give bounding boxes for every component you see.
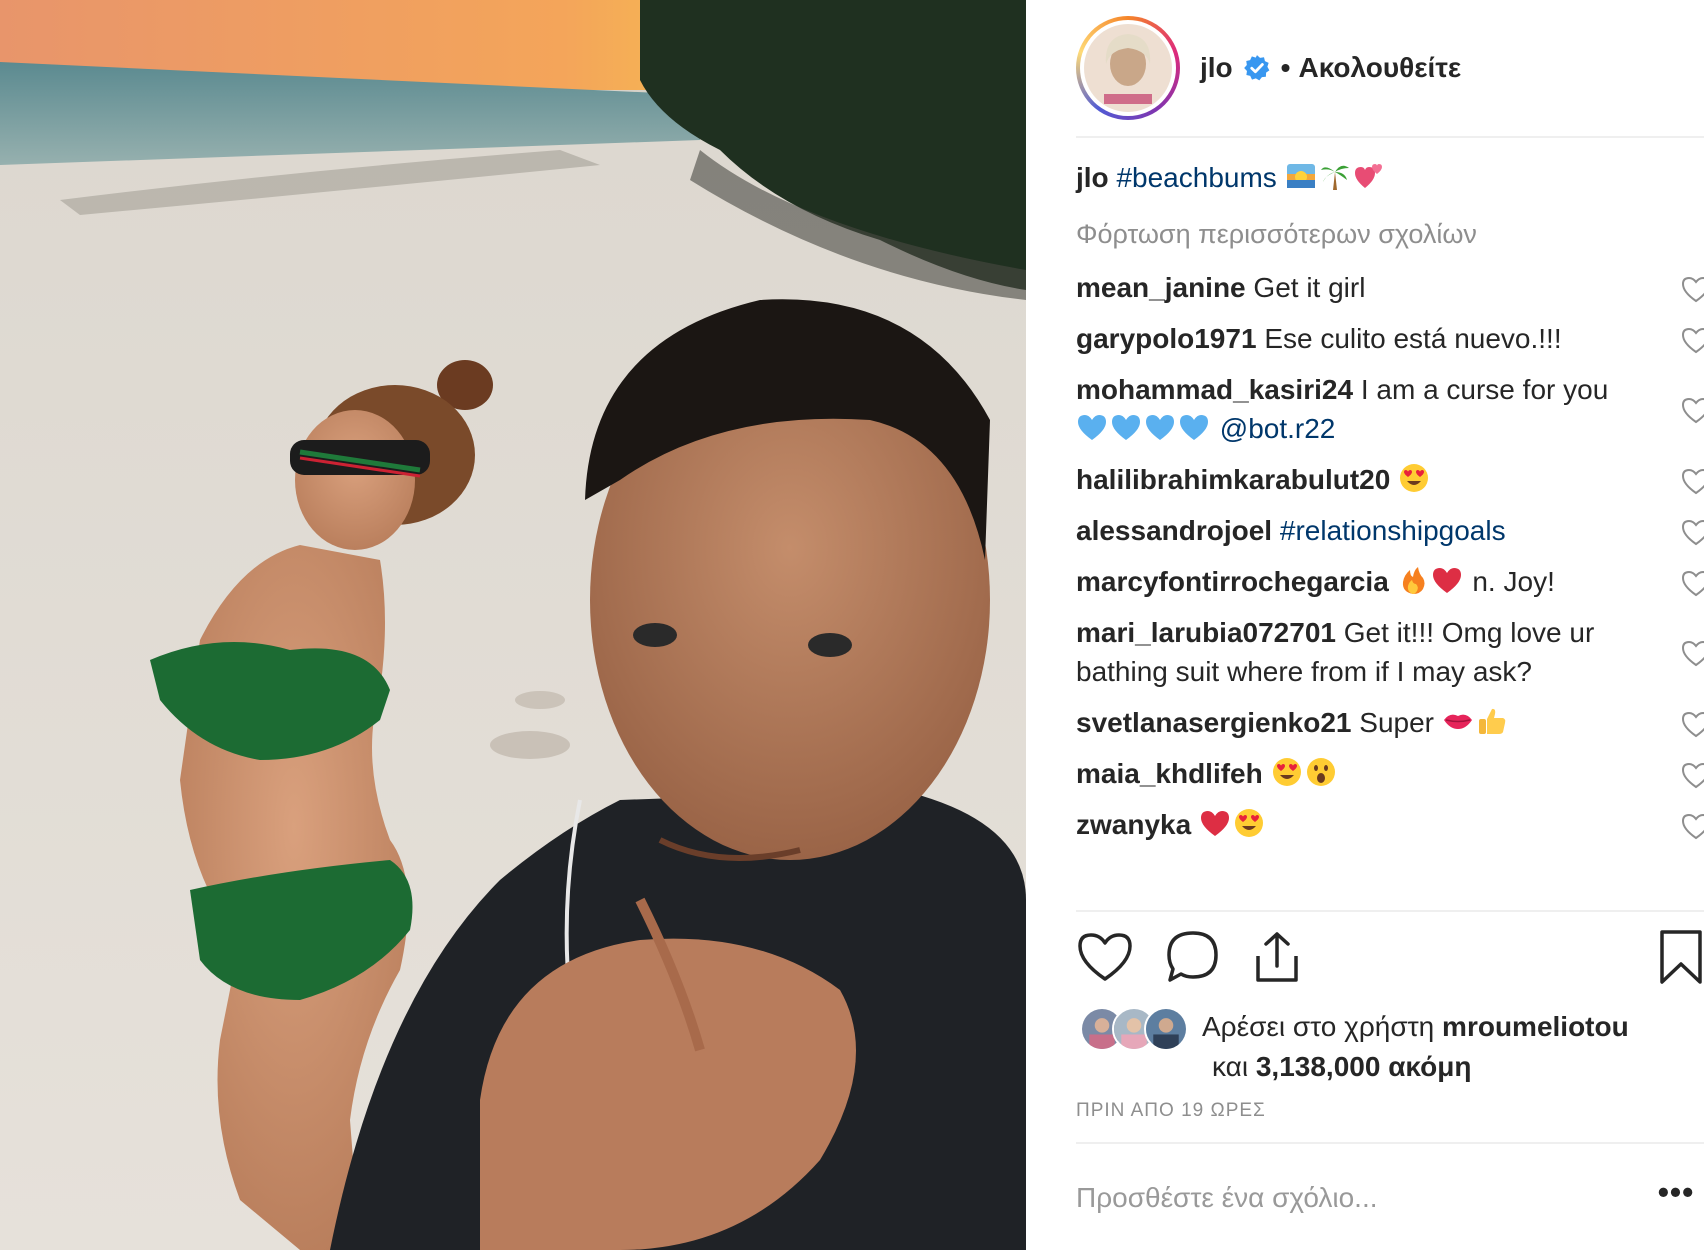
thumbs-up-emoji-icon (1476, 705, 1508, 737)
comment-bubble-icon[interactable] (1164, 928, 1222, 986)
comment-item: marcyfontirrochegarcia n. Joy! (1076, 562, 1704, 601)
comment-username[interactable]: halilibrahimkarabulut20 (1076, 464, 1390, 495)
likes-and: και (1212, 1051, 1249, 1082)
comment-text: Get it girl (1253, 272, 1366, 303)
bookmark-icon[interactable] (1652, 928, 1704, 986)
comment-text: I am a curse for you (1360, 374, 1609, 405)
heart-eyes-emoji-icon (1233, 807, 1265, 839)
post-timestamp[interactable]: ΠΡΙΝ ΑΠΟ 19 ΩΡΕΣ (1076, 1100, 1266, 1122)
comment-item: zwanyka (1076, 805, 1704, 844)
post-header: jlo • Ακολουθείτε (1076, 0, 1704, 138)
post-sidebar: jlo • Ακολουθείτε jlo #beachbums Φόρτωση… (1026, 0, 1704, 1250)
like-comment-heart-icon[interactable] (1681, 811, 1704, 839)
verified-badge-icon (1243, 54, 1271, 82)
comment-username[interactable]: mari_larubia072701 (1076, 617, 1336, 648)
likes-count[interactable]: 3,138,000 (1256, 1051, 1381, 1082)
blue-heart-emoji-icon (1178, 411, 1210, 443)
likes-section: Αρέσει στο χρήστη mroumeliotou και 3,138… (1080, 1005, 1680, 1089)
liker-username[interactable]: mroumeliotou (1442, 1011, 1629, 1042)
comment-item: mean_janine Get it girl (1076, 268, 1704, 307)
actions-divider (1076, 910, 1704, 912)
blue-heart-emoji-icon (1144, 411, 1176, 443)
likes-prefix: Αρέσει στο χρήστη (1202, 1011, 1435, 1042)
red-heart-emoji-icon (1431, 564, 1463, 596)
kiss-lips-emoji-icon (1442, 705, 1474, 737)
comment-item: alessandrojoel #relationshipgoals (1076, 511, 1704, 550)
blue-heart-emoji-icon (1076, 411, 1108, 443)
comment-item: mari_larubia072701 Get it!!! Omg love ur… (1076, 613, 1704, 691)
comment-username[interactable]: garypolo1971 (1076, 323, 1257, 354)
like-comment-heart-icon[interactable] (1681, 274, 1704, 302)
post-actions-bar (1076, 928, 1704, 990)
surprised-face-emoji-icon (1305, 756, 1337, 788)
like-comment-heart-icon[interactable] (1681, 517, 1704, 545)
heart-eyes-emoji-icon (1398, 462, 1430, 494)
comment-text: n. Joy! (1472, 566, 1555, 597)
comment-username[interactable]: zwanyka (1076, 809, 1191, 840)
liker-avatars[interactable] (1080, 1007, 1200, 1051)
fire-emoji-icon (1397, 564, 1429, 596)
like-comment-heart-icon[interactable] (1681, 466, 1704, 494)
story-ring[interactable] (1076, 16, 1180, 120)
caption-hashtag[interactable]: #beachbums (1116, 162, 1276, 193)
red-heart-emoji-icon (1199, 807, 1231, 839)
heart-eyes-emoji-icon (1271, 756, 1303, 788)
comment-text: Super (1359, 707, 1434, 738)
header-separator: • (1280, 52, 1291, 83)
like-comment-heart-icon[interactable] (1681, 568, 1704, 596)
like-comment-heart-icon[interactable] (1681, 760, 1704, 788)
following-button[interactable]: Ακολουθείτε (1298, 52, 1461, 84)
comment-item: mohammad_kasiri24 I am a curse for you @… (1076, 370, 1704, 448)
likes-more[interactable]: ακόμη (1388, 1051, 1471, 1082)
likes-summary: Αρέσει στο χρήστη mroumeliotou και 3,138… (1202, 1007, 1629, 1087)
more-options-button[interactable]: ••• (1656, 1176, 1696, 1212)
blue-heart-emoji-icon (1110, 411, 1142, 443)
avatar (1144, 1007, 1188, 1051)
palm-tree-emoji-icon (1319, 160, 1351, 192)
comment-text: Ese culito está nuevo.!!! (1264, 323, 1562, 354)
sunrise-emoji-icon (1285, 160, 1317, 192)
avatar[interactable] (1084, 24, 1172, 112)
like-comment-heart-icon[interactable] (1681, 325, 1704, 353)
beach-selfie-image (0, 0, 1026, 1250)
share-upload-icon[interactable] (1248, 928, 1306, 986)
add-comment-bar: ••• (1076, 1142, 1704, 1250)
comment-username[interactable]: mohammad_kasiri24 (1076, 374, 1353, 405)
like-heart-icon[interactable] (1076, 928, 1134, 986)
like-comment-heart-icon[interactable] (1681, 395, 1704, 424)
two-hearts-emoji-icon (1353, 160, 1385, 192)
comment-username[interactable]: alessandrojoel (1076, 515, 1272, 546)
comment-username[interactable]: mean_janine (1076, 272, 1246, 303)
header-username[interactable]: jlo (1200, 52, 1233, 84)
comment-hashtag[interactable]: #relationshipgoals (1280, 515, 1506, 546)
comment-item: svetlanasergienko21 Super (1076, 703, 1704, 742)
comment-username[interactable]: marcyfontirrochegarcia (1076, 566, 1389, 597)
post-photo[interactable] (0, 0, 1026, 1250)
load-more-comments-link[interactable]: Φόρτωση περισσότερων σχολίων (1076, 216, 1704, 252)
comment-item: halilibrahimkarabulut20 (1076, 460, 1704, 499)
caption-username[interactable]: jlo (1076, 162, 1109, 193)
add-comment-input[interactable] (1076, 1170, 1596, 1226)
like-comment-heart-icon[interactable] (1681, 709, 1704, 737)
comment-username[interactable]: maia_khdlifeh (1076, 758, 1263, 789)
comments-list: jlo #beachbums Φόρτωση περισσότερων σχολ… (1076, 160, 1704, 856)
comment-mention-link[interactable]: @bot.r22 (1220, 413, 1336, 444)
comment-item: garypolo1971 Ese culito está nuevo.!!! (1076, 319, 1704, 358)
like-comment-heart-icon[interactable] (1681, 638, 1704, 667)
comment-username[interactable]: svetlanasergienko21 (1076, 707, 1352, 738)
post-caption: jlo #beachbums (1076, 160, 1704, 196)
comment-item: maia_khdlifeh (1076, 754, 1704, 793)
